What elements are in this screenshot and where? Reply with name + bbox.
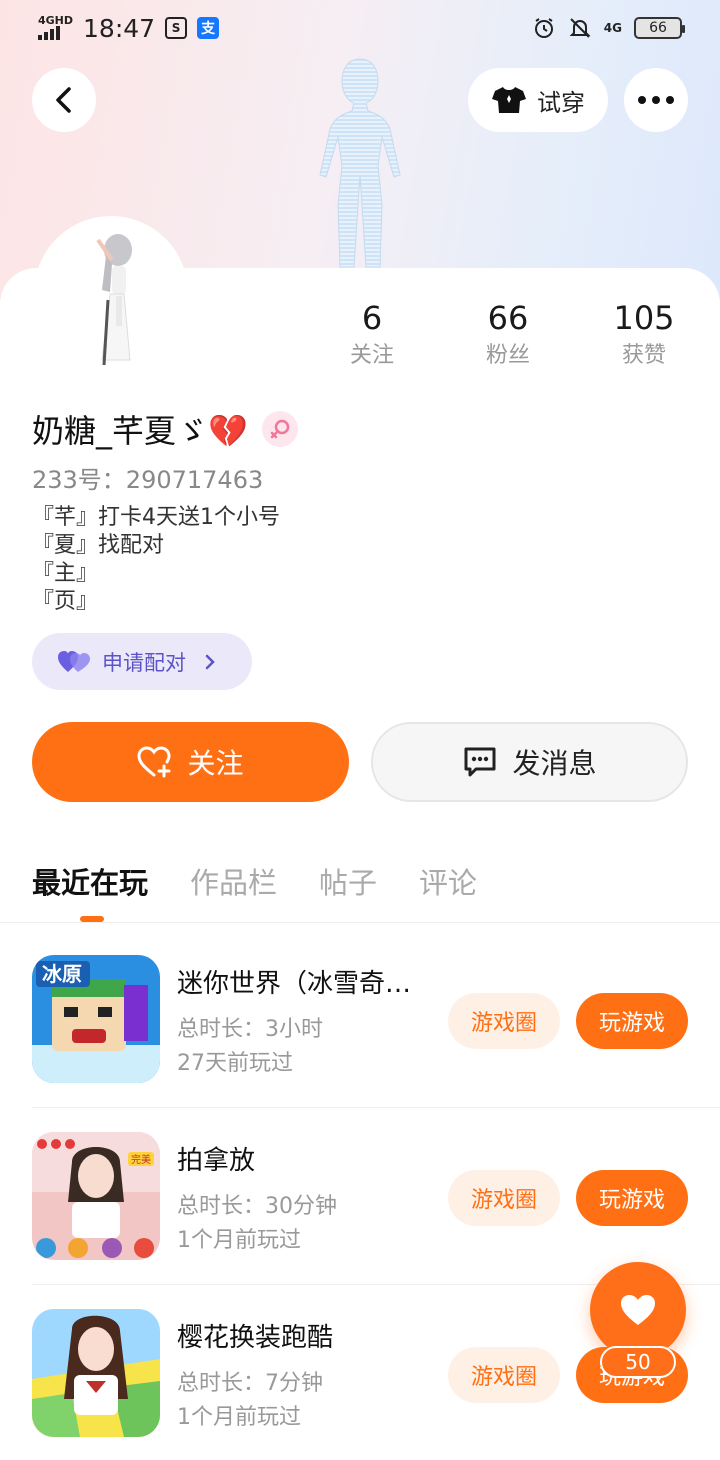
game-icon-text: 完美 [131,1153,151,1166]
alarm-icon [534,18,553,38]
list-item[interactable]: 完美 拍拿放 总时长：30分钟 1个月前玩过 游戏圈 玩游戏 [0,1110,720,1286]
soul-app-icon: S [165,17,188,39]
stat-fans-label: 粉丝 [485,343,530,368]
network-4g-label: 4G [603,21,622,35]
tab-recently-played[interactable]: 最近在玩 [32,860,148,902]
back-button[interactable] [32,68,96,132]
stat-likes-label: 获赞 [621,343,666,368]
bio-line: 『页』 [32,589,99,614]
clock: 18:47 [83,13,156,43]
chevron-left-icon [56,87,71,113]
send-message-button[interactable]: 发消息 [371,722,688,802]
shirt-icon [492,87,526,113]
bio: 『芊』打卡4天送1个小号 『夏』找配对 『主』 『页』 [32,504,280,616]
stat-following-count: 6 [361,299,383,337]
tab-comments[interactable]: 评论 [419,860,477,902]
follow-label: 关注 [187,747,244,780]
game-duration: 总时长：7分钟 [177,1371,323,1396]
battery-icon: 66 [634,17,685,39]
more-dots-icon [638,96,674,104]
network-type: 4GHD [38,14,74,27]
apply-pair-button[interactable]: 申请配对 [32,633,252,690]
username-row: 奶糖_芊夏ゞ💔 [32,406,298,452]
battery-level: 66 [649,20,667,36]
apply-pair-label: 申请配对 [102,650,186,675]
divider [0,922,720,923]
female-gender-icon [261,411,298,447]
signal-indicator: 4GHD [38,14,74,40]
stat-likes-count: 105 [613,299,675,337]
hologram-avatar-figure [319,58,401,268]
status-bar: 4GHD 18:47 S 支 4G 66 [0,0,720,56]
user-id: 233号：290717463 [32,466,264,494]
stat-fans-count: 66 [487,299,529,337]
floating-like-button[interactable] [590,1262,686,1358]
username: 奶糖_芊夏ゞ💔 [32,412,248,450]
like-count-badge: 50 [600,1346,676,1378]
chevron-right-icon [205,654,215,669]
game-icon-pai-na-fang: 完美 [32,1132,160,1260]
divider [32,1107,720,1108]
avatar-character-image [38,220,184,366]
alipay-icon: 支 [197,17,220,39]
more-button[interactable] [624,68,688,132]
chat-bubble-icon [464,747,496,777]
try-on-label: 试穿 [537,88,585,117]
mute-bell-icon [569,18,591,38]
game-title: 迷你世界（冰雪奇… [177,969,412,999]
game-duration: 总时长：3小时 [177,1017,323,1042]
stat-likes[interactable]: 105 获赞 [584,298,704,374]
avatar[interactable] [34,216,188,370]
list-item[interactable]: 冰原 迷你世界（冰雪奇… 总时长：3小时 27天前玩过 游戏圈 玩游戏 [0,933,720,1109]
tab-works[interactable]: 作品栏 [190,860,277,902]
try-on-button[interactable]: 试穿 [468,68,608,132]
game-duration: 总时长：30分钟 [177,1194,337,1219]
game-icon-mini-world: 冰原 [32,955,160,1083]
profile-tabs: 最近在玩 作品栏 帖子 评论 [32,860,477,902]
heart-plus-icon [137,746,171,778]
play-game-button[interactable]: 玩游戏 [576,993,688,1049]
game-circle-button[interactable]: 游戏圈 [448,993,560,1049]
play-game-button[interactable]: 玩游戏 [576,1170,688,1226]
double-heart-icon [58,650,90,672]
game-icon-text: 冰原 [42,962,82,986]
bio-line: 『主』 [32,561,99,586]
stat-following[interactable]: 6 关注 [312,298,432,374]
stat-fans[interactable]: 66 粉丝 [448,298,568,374]
signal-bars-icon [38,26,73,40]
follow-button[interactable]: 关注 [32,722,349,802]
tab-posts[interactable]: 帖子 [319,860,377,902]
send-message-label: 发消息 [512,747,597,780]
game-circle-button[interactable]: 游戏圈 [448,1170,560,1226]
bio-line: 『夏』找配对 [32,533,165,558]
game-title: 樱花换装跑酷 [177,1323,334,1353]
heart-icon [621,1295,655,1325]
game-last-played: 27天前玩过 [177,1051,293,1076]
stat-following-label: 关注 [349,343,394,368]
bio-line: 『芊』打卡4天送1个小号 [32,505,280,530]
game-circle-button[interactable]: 游戏圈 [448,1347,560,1403]
game-icon-sakura-parkour [32,1309,160,1437]
game-title: 拍拿放 [177,1146,256,1176]
game-last-played: 1个月前玩过 [177,1405,301,1430]
game-last-played: 1个月前玩过 [177,1228,301,1253]
